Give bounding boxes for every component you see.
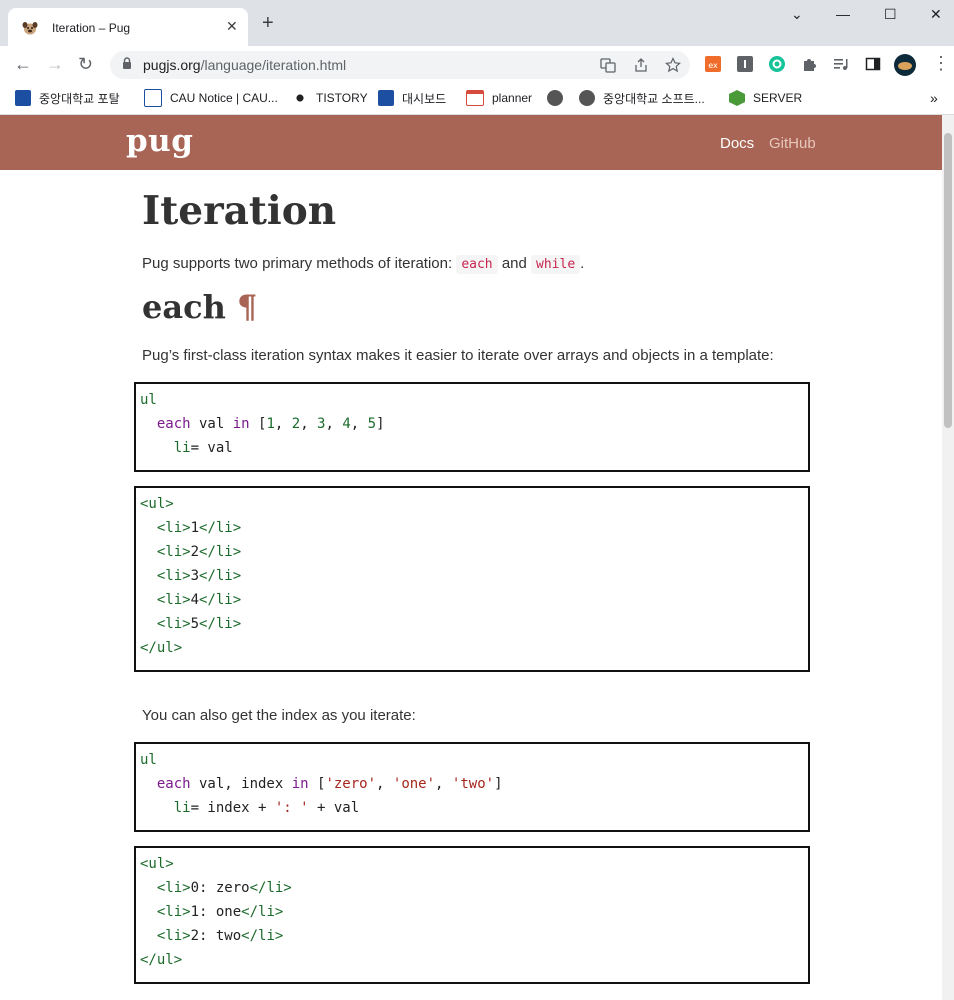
- tab-title: Iteration – Pug: [52, 21, 131, 35]
- code-block-html-output: <ul> <li>1</li> <li>2</li> <li>3</li> <l…: [134, 486, 810, 672]
- inline-code-each: each: [456, 255, 498, 274]
- each-description: Pug’s first-class iteration syntax makes…: [142, 347, 774, 364]
- maximize-icon[interactable]: ☐: [884, 6, 897, 23]
- bookmark-item[interactable]: 중앙대학교 소프트...: [579, 89, 705, 107]
- intro-paragraph: Pug supports two primary methods of iter…: [142, 255, 585, 274]
- bookmark-item[interactable]: 중앙대학교 포탈: [15, 89, 120, 107]
- bookmark-label: CAU Notice | CAU...: [170, 91, 278, 105]
- forward-icon[interactable]: →: [46, 55, 64, 73]
- bookmark-item[interactable]: [547, 89, 563, 107]
- bookmark-label: 중앙대학교 포탈: [39, 91, 120, 106]
- browser-toolbar: ← → ↻ pugjs.org/language/iteration.html …: [0, 46, 954, 84]
- url-text: pugjs.org/language/iteration.html: [143, 57, 346, 73]
- reload-icon[interactable]: ↻: [78, 55, 93, 73]
- bookmarks-bar: 중앙대학교 포탈 CAU Notice | CAU... TISTORY 대시보…: [0, 84, 954, 115]
- site-logo[interactable]: pug: [126, 123, 193, 159]
- tab-bar: Iteration – Pug ✕ + ⌄ — ☐ ✕: [0, 0, 954, 46]
- pug-favicon-icon: [22, 22, 38, 35]
- nav-docs-link[interactable]: Docs: [720, 135, 754, 152]
- minimize-icon[interactable]: —: [836, 6, 850, 22]
- bookmark-item[interactable]: SERVER: [729, 89, 802, 107]
- cau-icon: [378, 90, 394, 106]
- code-line: each val, index in ['zero', 'one', 'two'…: [156, 776, 503, 792]
- code-block-pug-each: ul each val in [1, 2, 3, 4, 5] li= val: [134, 382, 810, 472]
- code-line: <li>1</li>: [156, 520, 242, 536]
- scrollbar-thumb[interactable]: [944, 133, 952, 428]
- menu-kebab-icon[interactable]: ⋮: [932, 54, 950, 72]
- cau-icon: [144, 89, 162, 107]
- code-line: <li>2: two</li>: [156, 928, 284, 944]
- code-line: <li>1: one</li>: [156, 904, 284, 920]
- bookmark-item[interactable]: TISTORY: [292, 89, 368, 107]
- code-line: <li>5</li>: [156, 616, 242, 632]
- address-bar[interactable]: pugjs.org/language/iteration.html: [110, 51, 690, 79]
- side-panel-icon[interactable]: [865, 56, 881, 72]
- code-line: each val in [1, 2, 3, 4, 5]: [156, 416, 385, 432]
- bookmark-label: planner: [492, 91, 533, 105]
- code-line: <li>3</li>: [156, 568, 242, 584]
- window-close-icon[interactable]: ✕: [930, 6, 942, 23]
- globe-icon: [547, 90, 563, 106]
- bookmark-item[interactable]: CAU Notice | CAU...: [144, 89, 278, 107]
- bookmark-label: 중앙대학교 소프트...: [603, 91, 705, 106]
- extension-ex-icon[interactable]: ex: [705, 56, 721, 72]
- url-path: /language/iteration.html: [200, 57, 347, 73]
- code-line: <li>2</li>: [156, 544, 242, 560]
- section-title-text: each: [142, 288, 226, 326]
- bookmark-star-icon[interactable]: [665, 57, 681, 73]
- anchor-link[interactable]: ¶: [237, 288, 257, 326]
- code-block-pug-index: ul each val, index in ['zero', 'one', 't…: [134, 742, 810, 832]
- extension-info-icon[interactable]: [737, 56, 753, 72]
- bookmark-item[interactable]: 대시보드: [378, 89, 446, 107]
- code-line: <ul>: [140, 856, 174, 872]
- code-line: li= index + ': ' + val: [173, 800, 360, 816]
- bookmark-label: SERVER: [753, 91, 803, 105]
- grammarly-icon[interactable]: [769, 56, 785, 72]
- share-icon[interactable]: [633, 57, 649, 73]
- translate-icon[interactable]: [600, 57, 616, 73]
- code-line: <li>0: zero</li>: [156, 880, 292, 896]
- new-tab-icon[interactable]: +: [262, 13, 274, 33]
- media-control-icon[interactable]: [833, 56, 849, 72]
- site-header: pug Docs GitHub: [0, 115, 942, 170]
- bookmark-item[interactable]: planner: [466, 89, 532, 107]
- code-line: ul: [140, 392, 157, 408]
- page-title: Iteration: [142, 188, 337, 234]
- intro-text: .: [580, 255, 585, 272]
- svg-text:ex: ex: [708, 61, 718, 70]
- bookmark-label: TISTORY: [316, 91, 368, 105]
- page-viewport: pug Docs GitHub Iteration Pug supports t…: [0, 115, 942, 1000]
- intro-text: and: [501, 255, 527, 272]
- bookmarks-overflow-icon[interactable]: »: [930, 89, 938, 107]
- nodejs-icon: [729, 90, 745, 106]
- tistory-icon: [292, 90, 308, 106]
- extensions-puzzle-icon[interactable]: [801, 56, 817, 72]
- browser-tab[interactable]: Iteration – Pug ✕: [8, 8, 248, 46]
- globe-icon: [579, 90, 595, 106]
- code-line: </ul>: [140, 640, 183, 656]
- tab-close-icon[interactable]: ✕: [226, 18, 238, 35]
- code-block-html-index-output: <ul> <li>0: zero</li> <li>1: one</li> <l…: [134, 846, 810, 984]
- bookmark-label: 대시보드: [402, 91, 447, 106]
- tab-search-icon[interactable]: ⌄: [791, 6, 803, 23]
- page-scrollbar[interactable]: [942, 115, 954, 1000]
- back-icon[interactable]: ←: [14, 55, 32, 73]
- index-description: You can also get the index as you iterat…: [142, 707, 416, 724]
- profile-avatar[interactable]: [894, 54, 916, 76]
- code-line: li= val: [173, 440, 233, 456]
- lock-icon: [123, 57, 131, 69]
- inline-code-while: while: [531, 255, 581, 274]
- section-heading-each: each ¶: [142, 288, 257, 326]
- intro-text: Pug supports two primary methods of iter…: [142, 255, 453, 272]
- code-line: ul: [140, 752, 157, 768]
- url-host: pugjs.org: [143, 57, 201, 73]
- cau-icon: [15, 90, 31, 106]
- nav-github-link[interactable]: GitHub: [769, 135, 816, 152]
- code-line: <li>4</li>: [156, 592, 242, 608]
- planner-icon: [466, 90, 484, 106]
- code-line: <ul>: [140, 496, 174, 512]
- code-line: </ul>: [140, 952, 183, 968]
